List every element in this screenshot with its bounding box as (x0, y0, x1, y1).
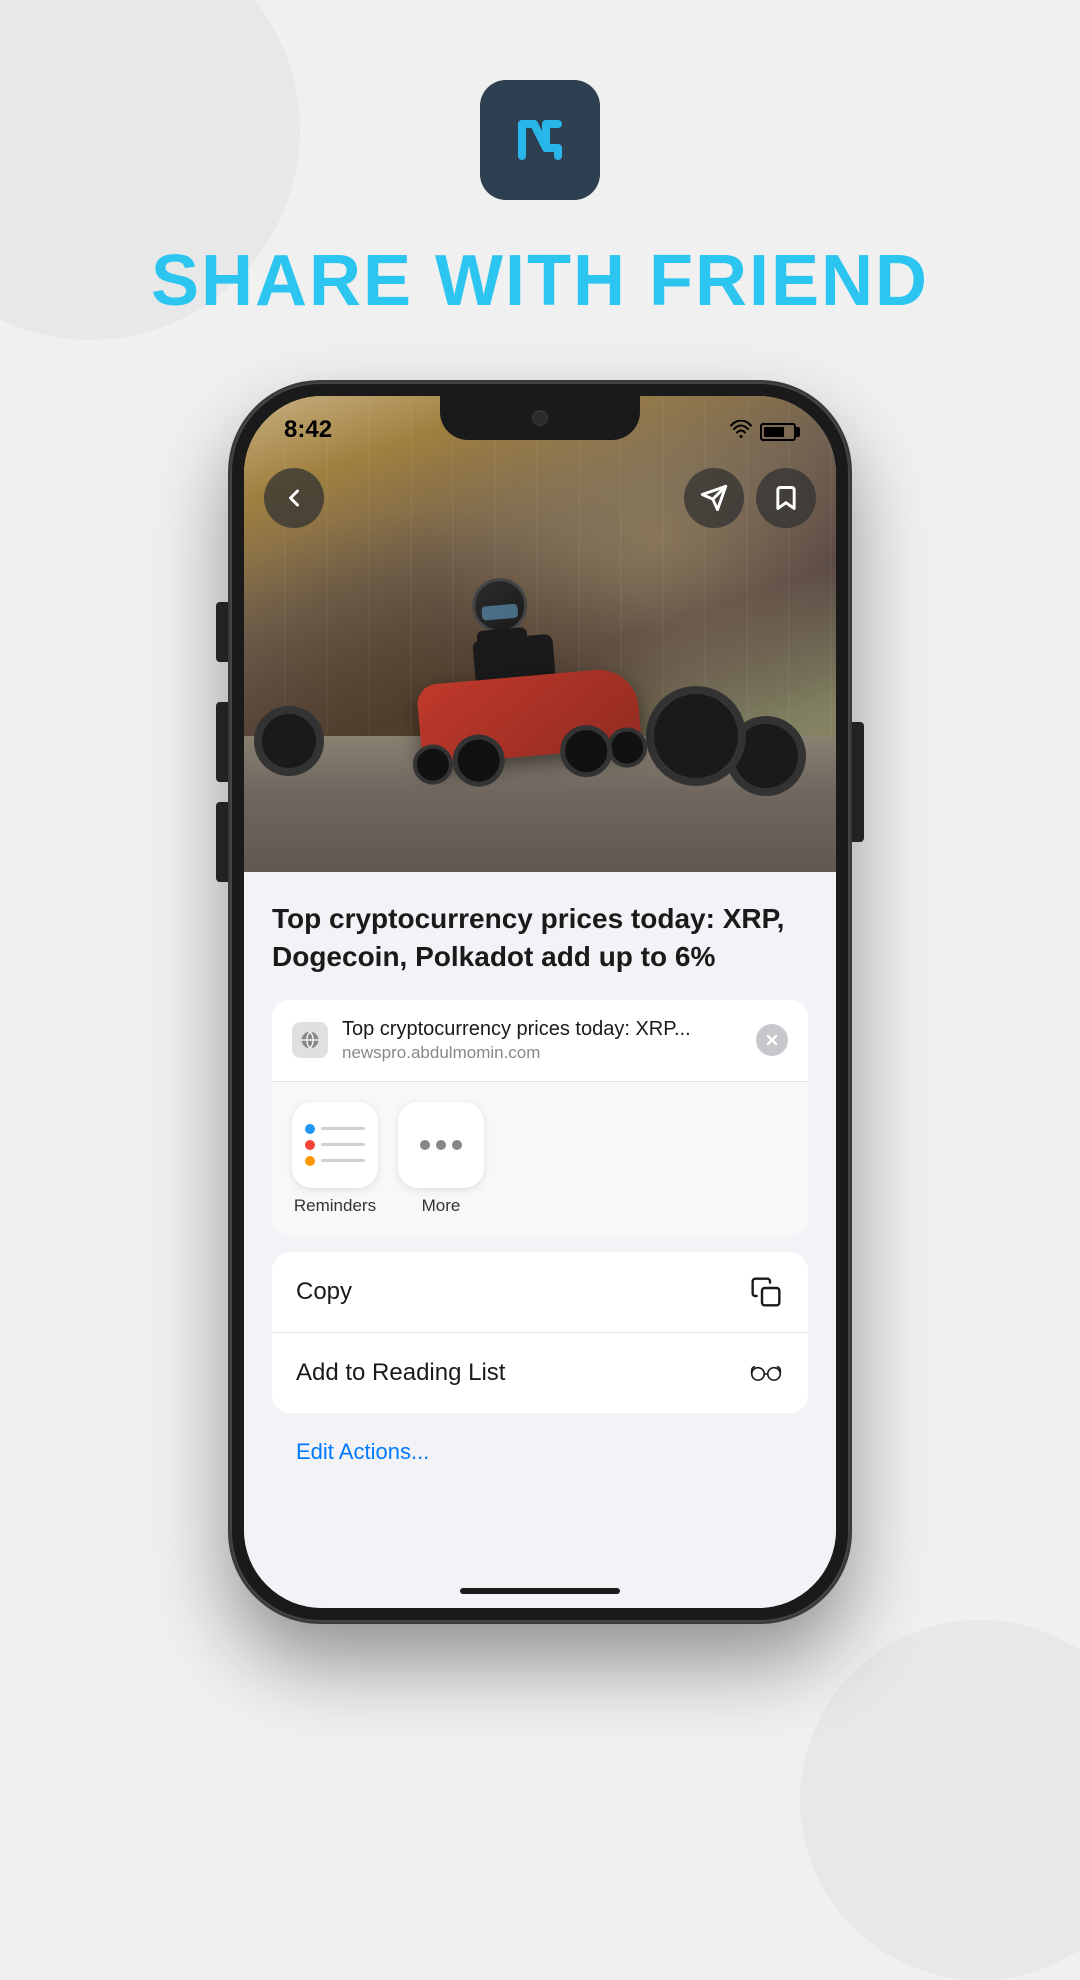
phone-button-vol-down (216, 802, 230, 882)
glasses-icon (748, 1355, 784, 1391)
bookmark-button[interactable] (756, 468, 816, 528)
article-title: Top cryptocurrency prices today: XRP, Do… (272, 900, 808, 976)
reminders-action[interactable]: Reminders (292, 1102, 378, 1216)
share-actions-row: Reminders (272, 1082, 808, 1236)
app-icon (480, 80, 600, 200)
more-action[interactable]: More (398, 1102, 484, 1216)
share-button[interactable] (684, 468, 744, 528)
bg-decoration-bottom (800, 1620, 1080, 1980)
add-reading-list-action-item[interactable]: Add to Reading List (272, 1333, 808, 1413)
notch-camera (532, 410, 548, 426)
more-icon (398, 1102, 484, 1188)
add-reading-list-label: Add to Reading List (296, 1359, 505, 1387)
kart-main (416, 667, 642, 766)
reminders-dots-visual (297, 1116, 373, 1174)
action-list: Copy Add to Reading List (272, 1252, 808, 1413)
page-title: SHARE WITH FRIEND (151, 240, 929, 322)
phone-button-vol-up (216, 702, 230, 782)
status-icons (730, 420, 796, 444)
more-dots-visual (420, 1140, 462, 1150)
url-bar: Top cryptocurrency prices today: XRP... … (272, 1000, 808, 1082)
page-content: SHARE WITH FRIEND 8:42 (0, 0, 1080, 1622)
home-indicator (460, 1588, 620, 1594)
url-text-group: Top cryptocurrency prices today: XRP... … (342, 1018, 742, 1063)
phone-outer: 8:42 (230, 382, 850, 1622)
share-sheet: Top cryptocurrency prices today: XRP... … (272, 1000, 808, 1236)
copy-action-item[interactable]: Copy (272, 1252, 808, 1333)
url-close-button[interactable] (756, 1024, 788, 1056)
more-label: More (422, 1196, 461, 1216)
edit-actions-link[interactable]: Edit Actions... (272, 1425, 808, 1479)
phone-screen: 8:42 (244, 396, 836, 1608)
bg-tire-3 (254, 706, 324, 776)
article-section: Top cryptocurrency prices today: XRP, Do… (244, 872, 836, 1608)
phone-notch (440, 396, 640, 440)
url-domain: newspro.abdulmomin.com (342, 1043, 742, 1063)
phone-button-mute (216, 602, 230, 662)
kart (416, 667, 642, 766)
wifi-icon (730, 420, 752, 444)
url-title: Top cryptocurrency prices today: XRP... (342, 1018, 742, 1041)
reminders-label: Reminders (294, 1196, 376, 1216)
nav-overlay (244, 452, 836, 544)
nav-right-buttons (684, 468, 816, 528)
url-favicon (292, 1022, 328, 1058)
phone-mockup: 8:42 (230, 382, 850, 1622)
status-time: 8:42 (284, 416, 332, 444)
copy-label: Copy (296, 1278, 352, 1306)
phone-button-power (850, 722, 864, 842)
copy-icon (748, 1274, 784, 1310)
bg-tire-2 (646, 686, 746, 786)
back-button[interactable] (264, 468, 324, 528)
battery-icon (760, 423, 796, 441)
reminders-icon (292, 1102, 378, 1188)
